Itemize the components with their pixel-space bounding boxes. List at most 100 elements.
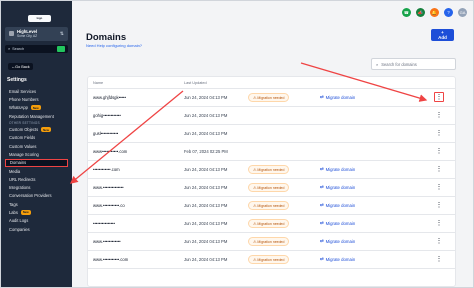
table-row[interactable]: www.ghjfdsgk••••• Jun 24, 2024 04:13 PM ⚠ M… bbox=[88, 89, 455, 107]
col-name: Name bbox=[93, 81, 104, 85]
sidebar-item-label: Reputation Management bbox=[9, 113, 54, 119]
logo[interactable]: logo bbox=[28, 15, 51, 22]
sidebar-item-whatsapp[interactable]: WhatsApp New bbox=[5, 104, 68, 112]
sidebar-item-media[interactable]: Media bbox=[5, 167, 68, 175]
swap-icon: ⇄ bbox=[320, 220, 324, 225]
add-domain-label: + Add bbox=[438, 30, 447, 40]
settings-nav: Email Services Phone Numbers WhatsApp New Re… bbox=[5, 87, 68, 233]
migrate-domain-button[interactable]: ⇄ Migrate domain bbox=[320, 184, 355, 190]
sidebar-item-label: Labs bbox=[9, 209, 18, 215]
search-icon: ⌕ bbox=[376, 61, 379, 67]
main: Domains Need Help configuring domain? + … bbox=[72, 1, 473, 287]
sidebar-item-custom-values[interactable]: Custom Values bbox=[5, 142, 68, 150]
sidebar-item-labs[interactable]: Labs New bbox=[5, 208, 68, 216]
table-row[interactable]: ••••••••••••••• Jun 24, 2024 04:13 PM ⚠ Mig… bbox=[88, 215, 455, 233]
warning-icon: ⚠ bbox=[253, 168, 257, 172]
domain-name: gohig•••••••••••• bbox=[93, 113, 121, 118]
kebab-menu-icon[interactable]: ⋮ bbox=[434, 110, 444, 120]
warning-icon: ⚠ bbox=[253, 186, 257, 190]
kebab-menu-icon[interactable]: ⋮ bbox=[434, 236, 444, 246]
migrate-domain-label: Migrate domain bbox=[325, 220, 356, 226]
sidebar-item-label: Media bbox=[9, 168, 21, 174]
kebab-menu-icon[interactable]: ⋮ bbox=[434, 164, 444, 174]
migrate-domain-button[interactable]: ⇄ Migrate domain bbox=[320, 94, 355, 100]
migrate-domain-button[interactable]: ⇄ Migrate domain bbox=[320, 166, 355, 172]
kebab-menu-icon[interactable]: ⋮ bbox=[434, 218, 444, 228]
swap-icon: ⇄ bbox=[320, 256, 324, 261]
sidebar-item-label: Conversation Providers bbox=[9, 193, 52, 199]
migrate-domain-button[interactable]: ⇄ Migrate domain bbox=[320, 202, 355, 208]
migrate-domain-label: Migrate domain bbox=[325, 238, 356, 244]
domain-search-placeholder: Search for domains bbox=[381, 61, 417, 67]
shortcut-badge bbox=[57, 46, 65, 52]
migration-status-badge: ⚠ Migration needed bbox=[248, 93, 290, 102]
migration-status-text: Migration needed bbox=[257, 203, 285, 208]
kebab-menu-icon[interactable]: ⋮ bbox=[434, 128, 444, 138]
kebab-menu-icon[interactable]: ⋮ bbox=[434, 254, 444, 264]
table-row[interactable]: www•••••••••••.com Feb 07, 2024 02:25 PM ⋮ bbox=[88, 143, 455, 161]
warning-icon: ⚠ bbox=[253, 96, 257, 100]
warning-icon: ⚠ bbox=[253, 240, 257, 244]
help-link[interactable]: Need Help configuring domain? bbox=[86, 43, 142, 48]
last-updated: Jun 24, 2024 04:13 PM bbox=[184, 131, 228, 136]
table-row[interactable]: www.•••••••••••.co Jun 24, 2024 04:13 PM ⚠… bbox=[88, 197, 455, 215]
last-updated: Jun 24, 2024 04:13 PM bbox=[184, 257, 228, 262]
sidebar-item-audit-logs[interactable]: Audit Logs bbox=[5, 217, 68, 225]
warning-icon: ⚠ bbox=[253, 222, 257, 226]
migrate-domain-button[interactable]: ⇄ Migrate domain bbox=[320, 256, 355, 262]
migrate-domain-label: Migrate domain bbox=[325, 202, 356, 208]
migrate-domain-button[interactable]: ⇄ Migrate domain bbox=[320, 220, 355, 226]
last-updated: Jun 24, 2024 04:13 PM bbox=[184, 203, 228, 208]
sidebar-item-label: Companies bbox=[9, 226, 30, 232]
migration-status-badge: ⚠ Migration needed bbox=[248, 237, 290, 246]
sidebar-item-integrations[interactable]: Integrations bbox=[5, 183, 68, 191]
table-row[interactable]: www.•••••••••••.com Jun 24, 2024 04:13 PM… bbox=[88, 251, 455, 269]
sidebar-item-url-redirects[interactable]: URL Redirects bbox=[5, 175, 68, 183]
go-back-label: Go Back bbox=[15, 64, 30, 69]
sidebar-item-companies[interactable]: Companies bbox=[5, 225, 68, 233]
table-row[interactable]: gohig•••••••••••• Jun 24, 2024 04:13 PM ⋮ bbox=[88, 107, 455, 125]
swap-icon: ⇄ bbox=[320, 238, 324, 243]
search-icon: ⌕ bbox=[8, 47, 11, 51]
table-row[interactable]: ••••••••••••.com Jun 24, 2024 04:13 PM ⚠ Mi… bbox=[88, 161, 455, 179]
kebab-menu-icon[interactable]: ⋮ bbox=[434, 182, 444, 192]
migrate-domain-label: Migrate domain bbox=[325, 166, 356, 172]
sidebar-item-label: Audit Logs bbox=[9, 218, 29, 224]
sidebar-item-manage-scoring[interactable]: Manage Scoring bbox=[5, 150, 68, 158]
sidebar-item-label: Integrations bbox=[9, 185, 31, 191]
sidebar-item-label: Email Services bbox=[9, 88, 37, 94]
table-row[interactable]: www.•••••••••••• Jun 24, 2024 04:13 PM ⚠ Mi… bbox=[88, 233, 455, 251]
sidebar-item-tags[interactable]: Tags bbox=[5, 200, 68, 208]
domain-name: ••••••••••••••• bbox=[93, 221, 115, 226]
migration-status-text: Migration needed bbox=[257, 257, 285, 262]
sidebar-item-phone-numbers[interactable]: Phone Numbers bbox=[5, 95, 68, 103]
domain-search-input[interactable]: ⌕ Search for domains bbox=[371, 58, 456, 70]
migration-status-badge: ⚠ Migration needed bbox=[248, 165, 290, 174]
kebab-menu-icon[interactable]: ⋮ bbox=[434, 200, 444, 210]
sidebar-item-conversation-providers[interactable]: Conversation Providers bbox=[5, 192, 68, 200]
kebab-menu-icon[interactable]: ⋮ bbox=[434, 146, 444, 156]
sidebar-search[interactable]: ⌕ Search bbox=[5, 45, 68, 53]
location-icon bbox=[9, 31, 14, 36]
kebab-menu-icon[interactable]: ⋮ bbox=[434, 92, 444, 102]
add-domain-button[interactable]: + Add bbox=[431, 29, 454, 41]
app-window: logo HighLevel Some City, AZ ⇅ ⌕ Search … bbox=[0, 0, 474, 288]
sidebar-item-domains[interactable]: Domains bbox=[5, 158, 68, 167]
sidebar-item-label: Custom Objects bbox=[9, 127, 39, 133]
sidebar-item-reputation-management[interactable]: Reputation Management bbox=[5, 112, 68, 120]
domain-name: www.•••••••••••.co bbox=[93, 203, 125, 208]
table-row[interactable]: gusl•••••••••••• Jun 24, 2024 04:13 PM ⋮ bbox=[88, 125, 455, 143]
account-switcher[interactable]: HighLevel Some City, AZ ⇅ bbox=[5, 27, 68, 41]
migration-status-text: Migration needed bbox=[257, 239, 285, 244]
sidebar-item-custom-fields[interactable]: Custom Fields bbox=[5, 134, 68, 142]
migrate-domain-button[interactable]: ⇄ Migrate domain bbox=[320, 238, 355, 244]
last-updated: Jun 24, 2024 04:13 PM bbox=[184, 167, 228, 172]
migrate-domain-label: Migrate domain bbox=[325, 94, 356, 100]
go-back-button[interactable]: ← Go Back bbox=[8, 63, 33, 70]
last-updated: Jun 24, 2024 04:13 PM bbox=[184, 185, 228, 190]
sidebar-item-custom-objects[interactable]: Custom Objects New bbox=[5, 125, 68, 133]
sidebar-item-label: URL Redirects bbox=[9, 176, 36, 182]
new-badge: New bbox=[20, 209, 31, 216]
sidebar-item-email-services[interactable]: Email Services bbox=[5, 87, 68, 95]
table-row[interactable]: www.•••••••••••••• Jun 24, 2024 04:13 PM ⚠… bbox=[88, 179, 455, 197]
